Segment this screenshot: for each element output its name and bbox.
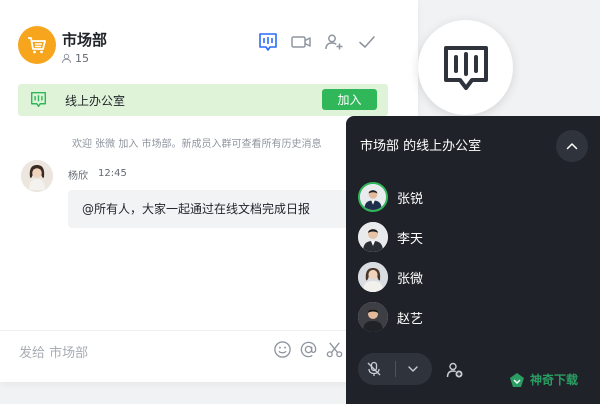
avatar: [358, 262, 388, 292]
member-name: 张微: [397, 271, 424, 287]
member-name: 李天: [397, 231, 424, 247]
join-button[interactable]: 加入: [322, 89, 377, 110]
panel-member[interactable]: 李天: [358, 222, 423, 252]
scissors-icon[interactable]: [324, 339, 344, 359]
watermark-text: 神奇下载: [530, 373, 579, 387]
chevron-up-icon: [566, 143, 578, 150]
user-avatar-image: [358, 302, 388, 332]
user-avatar-image: [360, 184, 386, 210]
mic-options-button[interactable]: [401, 353, 425, 385]
message-input[interactable]: 发给 市场部: [19, 342, 88, 361]
office-panel: 市场部 的线上办公室 张锐 李天 张微 赵艺: [346, 116, 600, 404]
chevron-down-icon: [408, 366, 418, 372]
message-bubble[interactable]: @所有人，大家一起通过在线文档完成日报: [68, 190, 358, 228]
user-avatar-image: [358, 262, 388, 292]
add-person-button[interactable]: [444, 359, 466, 381]
avatar[interactable]: [21, 160, 53, 192]
office-banner[interactable]: 线上办公室 加入: [18, 84, 388, 116]
emoji-icon[interactable]: [272, 339, 292, 359]
mention-icon[interactable]: [298, 339, 318, 359]
panel-title: 市场部 的线上办公室: [360, 139, 482, 154]
collapse-button[interactable]: [556, 130, 588, 162]
panel-member[interactable]: 张微: [358, 262, 423, 292]
add-member-icon[interactable]: [323, 31, 345, 53]
member-name: 赵艺: [397, 311, 424, 327]
add-person-icon: [446, 362, 463, 378]
checkmark-icon[interactable]: [356, 31, 378, 53]
member-name: 张锐: [397, 191, 424, 207]
office-icon: [443, 45, 488, 90]
pill-divider: [395, 361, 396, 377]
avatar: [358, 222, 388, 252]
office-icon: [30, 91, 47, 108]
cart-icon: [28, 37, 46, 54]
watermark: 神奇下载: [508, 371, 578, 388]
mic-control: [358, 353, 432, 385]
group-avatar[interactable]: [18, 26, 56, 64]
user-avatar-image: [21, 160, 53, 192]
video-call-icon[interactable]: [290, 31, 312, 53]
message-time: 12:45: [98, 168, 127, 179]
mic-muted-icon: [367, 361, 381, 376]
office-banner-label: 线上办公室: [65, 94, 126, 108]
mic-toggle-button[interactable]: [358, 353, 390, 385]
watermark-logo-icon: [510, 372, 524, 387]
sender-name: 杨欣: [68, 171, 88, 182]
chat-title: 市场部: [62, 31, 108, 49]
avatar: [358, 182, 388, 212]
office-float-button[interactable]: [418, 20, 513, 115]
system-message: 欢迎 张微 加入 市场部。新成员入群可查看所有历史消息: [72, 139, 322, 150]
user-avatar-image: [358, 222, 388, 252]
panel-member[interactable]: 张锐: [358, 182, 423, 212]
avatar: [358, 302, 388, 332]
header-actions: [257, 31, 389, 53]
member-count[interactable]: 15: [61, 52, 89, 65]
office-icon[interactable]: [257, 31, 279, 53]
panel-member[interactable]: 赵艺: [358, 302, 423, 332]
person-icon: [62, 53, 71, 64]
member-count-value: 15: [75, 52, 89, 65]
input-toolbar: [272, 339, 350, 359]
